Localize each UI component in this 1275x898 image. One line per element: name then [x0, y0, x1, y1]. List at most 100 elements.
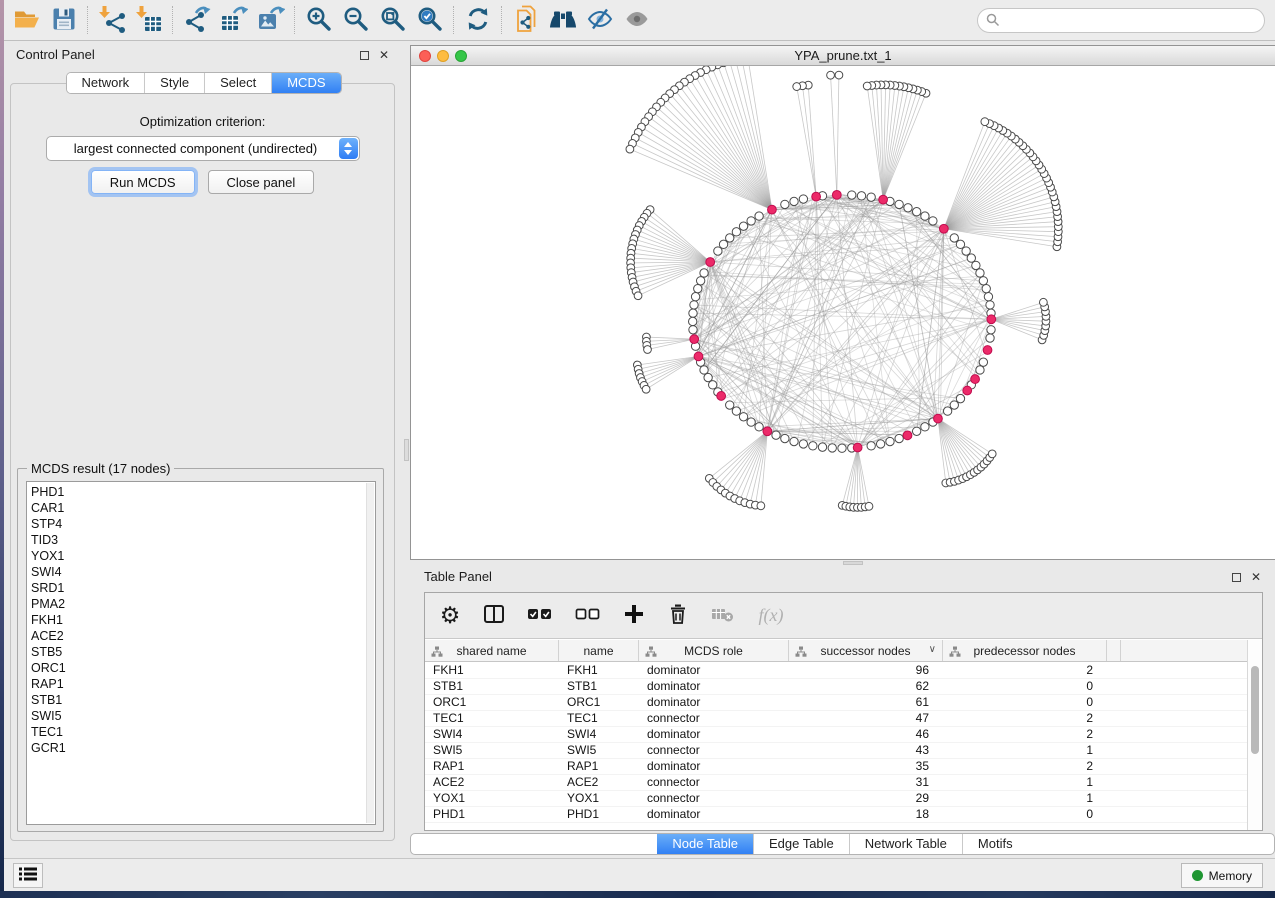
mcds-result-item[interactable]: RAP1	[31, 676, 375, 692]
add-column-button[interactable]	[619, 601, 649, 631]
close-panel-button[interactable]: ✕	[377, 48, 391, 62]
list-scrollbar-track[interactable]	[366, 483, 374, 823]
table-cell[interactable]: TEC1	[425, 711, 559, 726]
table-row[interactable]: SWI5SWI5connector431	[425, 743, 1247, 759]
zoom-out-button[interactable]	[337, 3, 374, 37]
network-window-titlebar[interactable]: YPA_prune.txt_1	[411, 46, 1275, 66]
table-cell[interactable]: ORC1	[559, 695, 639, 710]
table-cell[interactable]: ORC1	[425, 695, 559, 710]
table-cell[interactable]: 0	[943, 695, 1107, 710]
hide-selected-button[interactable]	[581, 3, 618, 37]
tab-select[interactable]: Select	[205, 73, 272, 93]
criterion-select[interactable]: largest connected component (undirected)	[46, 136, 360, 161]
table-cell[interactable]: RAP1	[425, 759, 559, 774]
mcds-result-item[interactable]: ORC1	[31, 660, 375, 676]
mcds-result-item[interactable]: PHD1	[31, 484, 375, 500]
table-cell[interactable]: SWI4	[559, 727, 639, 742]
table-cell[interactable]: 1	[943, 743, 1107, 758]
table-cell[interactable]: 96	[789, 663, 943, 678]
float-panel-button[interactable]	[357, 48, 371, 62]
table-cell[interactable]: TEC1	[559, 711, 639, 726]
table-cell[interactable]: 62	[789, 679, 943, 694]
save-button[interactable]	[45, 3, 82, 37]
table-cell[interactable]: PHD1	[559, 807, 639, 822]
zoom-in-button[interactable]	[300, 3, 337, 37]
export-network-button[interactable]	[178, 3, 215, 37]
show-log-button[interactable]	[13, 863, 43, 888]
table-cell[interactable]: ACE2	[559, 775, 639, 790]
mcds-result-item[interactable]: STB5	[31, 644, 375, 660]
network-canvas[interactable]	[411, 66, 1275, 559]
table-cell[interactable]: dominator	[639, 727, 789, 742]
mcds-result-item[interactable]: GCR1	[31, 740, 375, 756]
table-cell[interactable]: 1	[943, 775, 1107, 790]
mcds-result-item[interactable]: FKH1	[31, 612, 375, 628]
table-cell[interactable]: 43	[789, 743, 943, 758]
tab-motifs[interactable]: Motifs	[963, 834, 1028, 854]
refresh-button[interactable]	[459, 3, 496, 37]
mcds-result-item[interactable]: ACE2	[31, 628, 375, 644]
select-all-button[interactable]	[523, 601, 557, 631]
traffic-minimize-icon[interactable]	[437, 50, 449, 62]
table-cell[interactable]: 2	[943, 663, 1107, 678]
table-cell[interactable]: connector	[639, 791, 789, 806]
traffic-zoom-icon[interactable]	[455, 50, 467, 62]
mcds-result-item[interactable]: CAR1	[31, 500, 375, 516]
tab-style[interactable]: Style	[145, 73, 205, 93]
table-cell[interactable]: 2	[943, 727, 1107, 742]
table-cell[interactable]: dominator	[639, 807, 789, 822]
table-row[interactable]: TEC1TEC1connector472	[425, 711, 1247, 727]
table-cell[interactable]: YOX1	[425, 791, 559, 806]
table-row[interactable]: ORC1ORC1dominator610	[425, 695, 1247, 711]
close-table-panel-button[interactable]: ✕	[1249, 570, 1263, 584]
table-cell[interactable]: connector	[639, 775, 789, 790]
delete-column-button[interactable]	[663, 601, 693, 631]
table-row[interactable]: YOX1YOX1connector291	[425, 791, 1247, 807]
zoom-selected-button[interactable]	[411, 3, 448, 37]
mcds-result-item[interactable]: PMA2	[31, 596, 375, 612]
table-cell[interactable]: ACE2	[425, 775, 559, 790]
memory-button[interactable]: Memory	[1181, 863, 1263, 888]
column-header-name[interactable]: name	[559, 640, 639, 661]
table-cell[interactable]: RAP1	[559, 759, 639, 774]
table-cell[interactable]: SWI5	[425, 743, 559, 758]
import-table-button[interactable]	[130, 3, 167, 37]
splitter-grip[interactable]	[404, 439, 409, 461]
tab-node-table[interactable]: Node Table	[657, 834, 754, 854]
network-graph[interactable]	[411, 66, 1275, 559]
table-cell[interactable]: connector	[639, 711, 789, 726]
table-row[interactable]: RAP1RAP1dominator352	[425, 759, 1247, 775]
import-network-button[interactable]	[93, 3, 130, 37]
table-row[interactable]: FKH1FKH1dominator962	[425, 663, 1247, 679]
function-builder-button[interactable]: f(x)	[751, 601, 791, 631]
table-cell[interactable]: PHD1	[425, 807, 559, 822]
clone-network-button[interactable]	[507, 3, 544, 37]
table-row[interactable]: SWI4SWI4dominator462	[425, 727, 1247, 743]
float-table-panel-button[interactable]	[1229, 570, 1243, 584]
table-cell[interactable]: SWI5	[559, 743, 639, 758]
table-cell[interactable]: 46	[789, 727, 943, 742]
mcds-result-item[interactable]: TID3	[31, 532, 375, 548]
show-all-button[interactable]	[618, 3, 655, 37]
mcds-result-item[interactable]: STB1	[31, 692, 375, 708]
table-cell[interactable]: dominator	[639, 663, 789, 678]
table-cell[interactable]: 29	[789, 791, 943, 806]
open-file-button[interactable]	[8, 3, 45, 37]
export-image-button[interactable]	[252, 3, 289, 37]
table-cell[interactable]: dominator	[639, 695, 789, 710]
mcds-result-item[interactable]: SWI4	[31, 564, 375, 580]
traffic-close-icon[interactable]	[419, 50, 431, 62]
scrollbar-thumb[interactable]	[1251, 666, 1259, 754]
table-cell[interactable]: 31	[789, 775, 943, 790]
table-cell[interactable]: FKH1	[425, 663, 559, 678]
mcds-result-item[interactable]: TEC1	[31, 724, 375, 740]
mcds-result-item[interactable]: SRD1	[31, 580, 375, 596]
table-cell[interactable]: STB1	[559, 679, 639, 694]
table-row[interactable]: PHD1PHD1dominator180	[425, 807, 1247, 823]
tab-network[interactable]: Network	[66, 73, 145, 93]
table-cell[interactable]: 2	[943, 711, 1107, 726]
show-columns-button[interactable]	[479, 601, 509, 631]
table-cell[interactable]: 2	[943, 759, 1107, 774]
tab-network-table[interactable]: Network Table	[850, 834, 963, 854]
table-settings-button[interactable]: ⚙	[435, 601, 465, 631]
